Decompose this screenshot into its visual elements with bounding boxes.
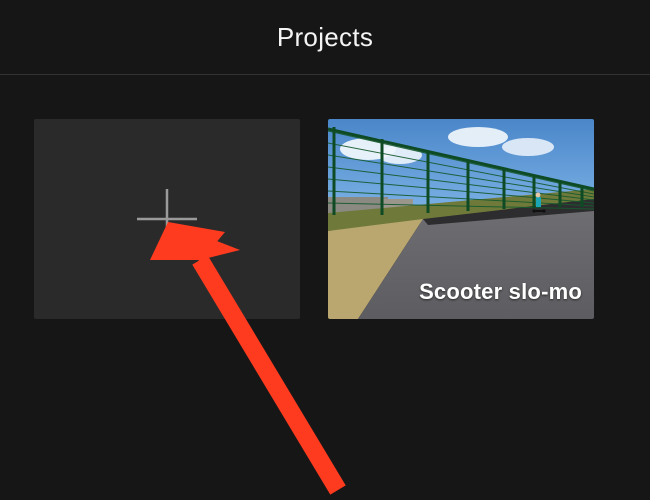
- projects-header: Projects: [0, 0, 650, 75]
- projects-grid: Scooter slo-mo: [0, 75, 650, 363]
- new-project-tile[interactable]: [34, 119, 300, 319]
- page-title: Projects: [277, 22, 373, 53]
- project-tile-scooter-slo-mo[interactable]: Scooter slo-mo: [328, 119, 594, 319]
- project-title-label: Scooter slo-mo: [419, 279, 582, 305]
- plus-icon: [133, 185, 201, 253]
